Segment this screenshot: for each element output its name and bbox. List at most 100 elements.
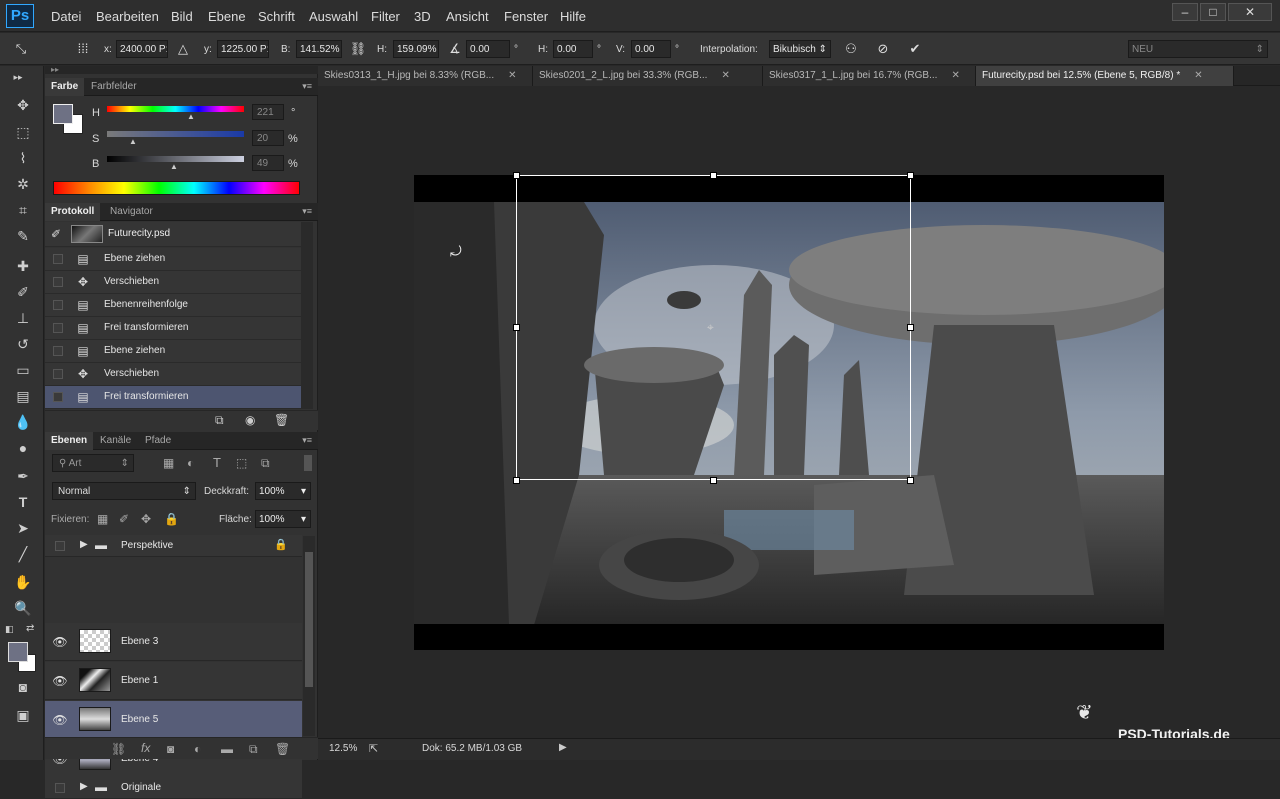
lock-position-icon[interactable]: ✥ — [141, 512, 151, 526]
transform-tool-icon[interactable]: ⤡ — [12, 40, 30, 58]
transform-handle-r[interactable] — [907, 324, 914, 331]
link-icon[interactable]: ⛓ — [349, 40, 367, 58]
history-item[interactable]: ▤ Ebenenreihenfolge — [45, 294, 301, 317]
blur-tool-icon[interactable]: 💧 — [11, 411, 35, 433]
panel-menu-icon[interactable]: ▾≡ — [302, 435, 312, 446]
hue-slider-handle-icon[interactable]: ▲ — [187, 112, 195, 121]
panel-collapse-bar[interactable]: ▸▸ — [45, 66, 318, 74]
height-percent-field[interactable]: 159.09% — [393, 40, 439, 58]
layer-name[interactable]: Ebene 3 — [121, 636, 158, 647]
brightness-slider-handle-icon[interactable]: ▲ — [170, 162, 178, 171]
history-source-checkbox[interactable] — [53, 392, 63, 402]
history-source-checkbox[interactable] — [53, 369, 63, 379]
tab-farbfelder[interactable]: Farbfelder — [85, 78, 143, 96]
filter-shape-icon[interactable]: ⬚ — [236, 456, 247, 470]
collapse-tools-icon[interactable]: ▸▸ — [6, 66, 30, 88]
pen-tool-icon[interactable]: ✒ — [11, 465, 35, 487]
history-source-checkbox[interactable] — [53, 300, 63, 310]
reference-point-icon[interactable]: ⁞⁞⁞ — [74, 40, 92, 58]
doc-tab-skies0201[interactable]: Skies0201_2_L.jpg bei 33.3% (RGB... ✕ — [533, 66, 763, 86]
layers-scroll-thumb[interactable] — [305, 552, 313, 687]
filter-type-icon[interactable]: T — [213, 455, 221, 470]
tab-ebenen[interactable]: Ebenen — [45, 432, 94, 450]
quick-mask-icon[interactable]: ◙ — [11, 676, 35, 698]
history-item[interactable]: ✥ Verschieben — [45, 363, 301, 386]
color-spectrum-ramp[interactable] — [53, 181, 300, 195]
status-menu-arrow-icon[interactable]: ▶ — [559, 742, 567, 753]
transform-handle-bl[interactable] — [513, 477, 520, 484]
close-icon[interactable]: ✕ — [951, 70, 959, 81]
zoom-tool-icon[interactable]: 🔍 — [11, 597, 35, 619]
trash-icon[interactable]: 🗑 — [275, 742, 290, 756]
tab-kanaele[interactable]: Kanäle — [94, 432, 137, 450]
history-brush-tool-icon[interactable]: ↺ — [11, 333, 35, 355]
transform-handle-tr[interactable] — [907, 172, 914, 179]
layer-group-row[interactable]: ▶ ▬ Perspektive 🔒 — [45, 535, 302, 557]
move-tool-icon[interactable]: ✥ — [11, 94, 35, 116]
close-icon[interactable]: ✕ — [508, 70, 516, 81]
layer-name[interactable]: Perspektive — [121, 540, 173, 551]
opacity-field[interactable]: 100% ▾ — [255, 482, 311, 500]
menu-bild[interactable]: Bild — [171, 9, 193, 24]
menu-auswahl[interactable]: Auswahl — [309, 9, 358, 24]
doc-tab-futurecity[interactable]: Futurecity.psd bei 12.5% (Ebene 5, RGB/8… — [976, 66, 1234, 86]
default-colors-icon[interactable]: ◧ — [5, 624, 14, 635]
new-document-from-state-icon[interactable]: ⧉ — [215, 413, 224, 428]
type-tool-icon[interactable]: T — [11, 491, 35, 513]
x-position-field[interactable]: 2400.00 P: — [116, 40, 168, 58]
filter-smartobject-icon[interactable]: ⧉ — [261, 456, 270, 471]
layer-name[interactable]: Originale — [121, 782, 161, 793]
commit-transform-icon[interactable]: ✔ — [906, 40, 924, 58]
doc-tab-skies0317[interactable]: Skies0317_1_L.jpg bei 16.7% (RGB... ✕ — [763, 66, 976, 86]
menu-3d[interactable]: 3D — [414, 9, 431, 24]
magic-wand-tool-icon[interactable]: ✲ — [11, 173, 35, 195]
zoom-level[interactable]: 12.5% — [329, 743, 357, 754]
crop-tool-icon[interactable]: ⌗ — [11, 199, 35, 221]
history-item[interactable]: ▤ Frei transformieren — [45, 386, 301, 409]
close-window-button[interactable]: ✕ — [1228, 3, 1272, 21]
rotation-field[interactable]: 0.00 — [466, 40, 510, 58]
layer-row[interactable]: 👁 Ebene 1 — [45, 662, 302, 700]
trash-icon[interactable]: 🗑 — [274, 413, 289, 427]
layer-row[interactable]: 👁 Ebene 3 — [45, 623, 302, 661]
tab-farbe[interactable]: Farbe — [45, 78, 85, 96]
lock-all-icon[interactable]: 🔒 — [164, 512, 179, 526]
warp-icon[interactable]: ⚇ — [842, 40, 860, 58]
workspace-select[interactable]: NEU ⇕ — [1128, 40, 1268, 58]
history-item[interactable]: ▤ Frei transformieren — [45, 317, 301, 340]
new-group-icon[interactable]: ▬ — [221, 742, 233, 756]
history-item[interactable]: ▤ Ebene ziehen — [45, 248, 301, 271]
swap-colors-icon[interactable]: ⇄ — [26, 623, 34, 634]
filter-adjustment-icon[interactable]: ◐ — [187, 456, 194, 470]
transform-handle-t[interactable] — [710, 172, 717, 179]
doc-tab-skies0313[interactable]: Skies0313_1_H.jpg bei 8.33% (RGB... ✕ — [318, 66, 533, 86]
new-layer-icon[interactable]: ⧉ — [249, 742, 258, 757]
snapshot-camera-icon[interactable]: ◉ — [245, 413, 255, 427]
eye-icon[interactable]: 👁 — [52, 713, 68, 727]
brush-tool-icon[interactable]: ✐ — [11, 281, 35, 303]
history-brush-icon[interactable]: ✐ — [51, 227, 61, 241]
history-snapshot-row[interactable]: ✐ Futurecity.psd — [45, 222, 301, 247]
marquee-tool-icon[interactable]: ⬚ — [11, 121, 35, 143]
dodge-tool-icon[interactable]: ● — [11, 437, 35, 459]
doc-size-info[interactable]: Dok: 65.2 MB/1.03 GB — [422, 743, 522, 754]
history-source-checkbox[interactable] — [53, 277, 63, 287]
panel-menu-icon[interactable]: ▾≡ — [302, 81, 312, 92]
visibility-box[interactable] — [55, 783, 65, 793]
transform-handle-tl[interactable] — [513, 172, 520, 179]
visibility-box[interactable] — [55, 541, 65, 551]
share-icon[interactable]: ⇱ — [369, 742, 378, 755]
layers-scrollbar[interactable] — [303, 536, 315, 736]
menu-ebene[interactable]: Ebene — [208, 9, 246, 24]
menu-bearbeiten[interactable]: Bearbeiten — [96, 9, 159, 24]
link-layers-icon[interactable]: ⛓ — [111, 742, 126, 756]
blend-mode-select[interactable]: Normal ⇕ — [52, 482, 196, 500]
foreground-color-swatch[interactable] — [8, 642, 28, 662]
history-item[interactable]: ✥ Verschieben — [45, 271, 301, 294]
layer-group-row[interactable]: ▶ ▬ Originale — [45, 777, 302, 799]
history-source-checkbox[interactable] — [53, 254, 63, 264]
add-mask-icon[interactable]: ◙ — [167, 742, 174, 756]
layer-row[interactable]: 👁 Ebene 5 — [45, 701, 302, 739]
history-scrollbar[interactable] — [301, 222, 313, 409]
width-percent-field[interactable]: 141.52% — [296, 40, 342, 58]
